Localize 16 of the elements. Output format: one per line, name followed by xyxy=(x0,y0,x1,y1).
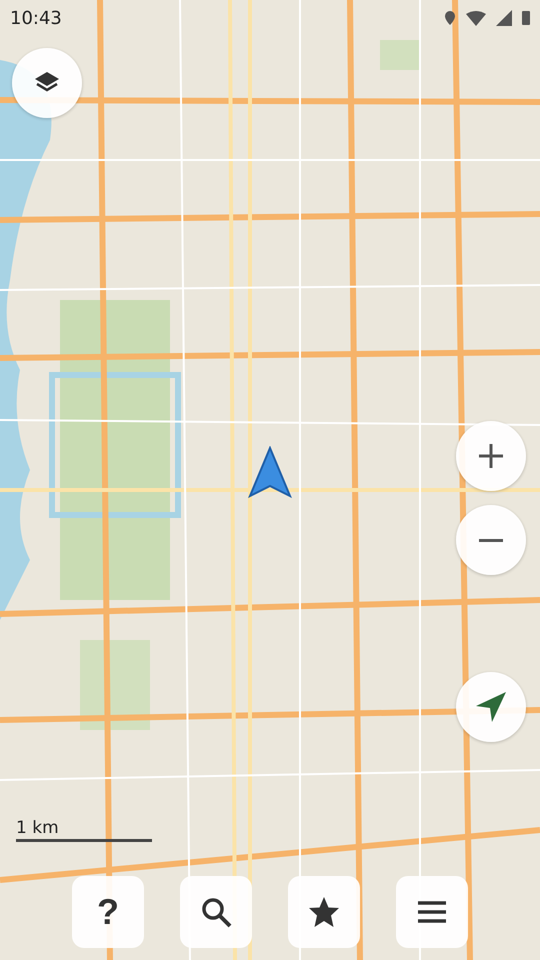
location-pin-icon xyxy=(444,10,456,26)
scale-label: 1 km xyxy=(16,818,60,838)
battery-icon xyxy=(522,10,530,26)
help-button[interactable]: ? xyxy=(72,876,144,948)
wifi-icon xyxy=(466,10,486,26)
signal-icon xyxy=(496,10,512,26)
menu-button[interactable] xyxy=(396,876,468,948)
minus-icon xyxy=(479,538,503,542)
status-time: 10:43 xyxy=(10,8,62,28)
star-icon xyxy=(307,895,341,929)
location-arrow-icon xyxy=(474,690,508,724)
plus-icon xyxy=(476,441,506,471)
bookmarks-button[interactable] xyxy=(288,876,360,948)
position-arrow-icon xyxy=(248,446,292,498)
scale-bar-icon xyxy=(16,838,152,844)
search-button[interactable] xyxy=(180,876,252,948)
